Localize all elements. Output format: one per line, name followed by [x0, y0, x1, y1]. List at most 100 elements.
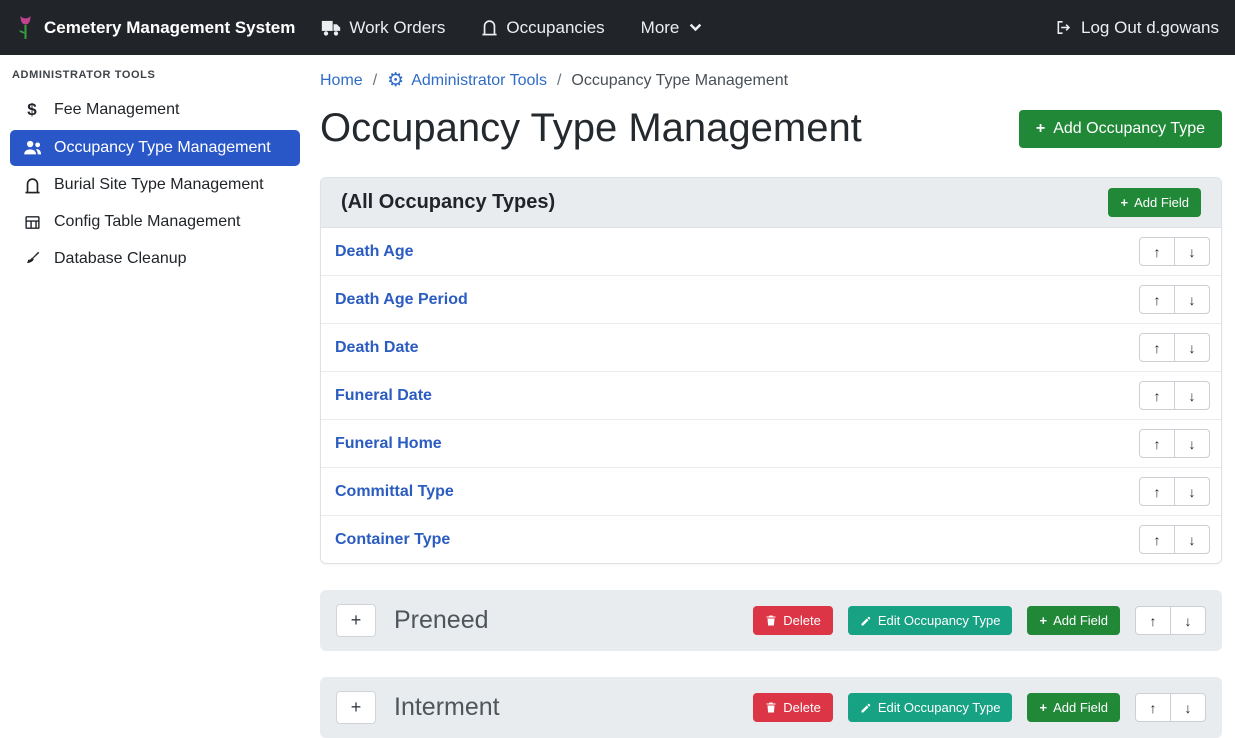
breadcrumb-home-link[interactable]: Home	[320, 72, 363, 90]
section-actions: Delete Edit Occupancy Type + Add Field ↑	[753, 606, 1206, 635]
delete-button[interactable]: Delete	[753, 693, 833, 722]
sidebar-item-occupancy-type-management[interactable]: Occupancy Type Management	[10, 130, 300, 166]
chevron-down-icon	[689, 23, 702, 32]
reorder-button-group: ↑ ↓	[1139, 237, 1210, 266]
move-up-button[interactable]: ↑	[1139, 429, 1175, 458]
move-down-button[interactable]: ↓	[1170, 693, 1206, 722]
sidebar-item-label: Database Cleanup	[54, 250, 187, 268]
sidebar-item-fee-management[interactable]: $ Fee Management	[10, 91, 300, 129]
add-field-button[interactable]: + Add Field	[1108, 188, 1201, 217]
nav-work-orders[interactable]: Work Orders	[321, 18, 445, 38]
section-title: Interment	[394, 693, 500, 722]
dollar-icon: $	[20, 100, 44, 120]
sidebar-item-burial-site-type-management[interactable]: Burial Site Type Management	[10, 167, 300, 203]
logout-label: Log Out d.gowans	[1081, 18, 1219, 38]
move-up-button[interactable]: ↑	[1139, 525, 1175, 554]
move-up-button[interactable]: ↑	[1139, 285, 1175, 314]
field-row: Death Age ↑ ↓	[321, 228, 1221, 276]
field-row: Container Type ↑ ↓	[321, 516, 1221, 563]
nav-occupancies-label: Occupancies	[506, 18, 604, 38]
nav-more-label: More	[641, 18, 680, 38]
logout-link[interactable]: Log Out d.gowans	[1055, 18, 1219, 38]
breadcrumb: Home / ⚙ Administrator Tools / Occupancy…	[320, 71, 1222, 90]
plus-icon: +	[351, 610, 362, 631]
move-down-button[interactable]: ↓	[1174, 237, 1210, 266]
reorder-button-group: ↑ ↓	[1139, 381, 1210, 410]
down-arrow-icon: ↓	[1189, 533, 1196, 547]
up-arrow-icon: ↑	[1150, 701, 1157, 715]
add-field-button[interactable]: + Add Field	[1027, 693, 1120, 722]
expand-button[interactable]: +	[336, 604, 376, 637]
up-arrow-icon: ↑	[1154, 245, 1161, 259]
trash-icon	[765, 614, 777, 627]
gear-icon: ⚙	[387, 71, 404, 90]
move-down-button[interactable]: ↓	[1174, 285, 1210, 314]
move-down-button[interactable]: ↓	[1174, 477, 1210, 506]
flower-logo-icon	[16, 15, 35, 41]
plus-icon: +	[1036, 120, 1045, 138]
field-row: Funeral Home ↑ ↓	[321, 420, 1221, 468]
main-content: Home / ⚙ Administrator Tools / Occupancy…	[320, 55, 1222, 738]
nav-more[interactable]: More	[641, 18, 703, 38]
move-up-button[interactable]: ↑	[1139, 381, 1175, 410]
reorder-button-group: ↑ ↓	[1135, 693, 1206, 722]
sidebar-heading: ADMINISTRATOR TOOLS	[10, 63, 300, 91]
move-up-button[interactable]: ↑	[1139, 477, 1175, 506]
move-down-button[interactable]: ↓	[1174, 381, 1210, 410]
tombstone-icon	[481, 19, 498, 36]
expand-button[interactable]: +	[336, 691, 376, 724]
field-link[interactable]: Death Age Period	[335, 291, 468, 309]
broom-icon	[20, 250, 44, 268]
move-up-button[interactable]: ↑	[1135, 693, 1171, 722]
field-list: Death Age ↑ ↓ Death Age Period ↑	[321, 228, 1221, 563]
field-link[interactable]: Committal Type	[335, 483, 454, 501]
move-down-button[interactable]: ↓	[1174, 429, 1210, 458]
app-title: Cemetery Management System	[44, 18, 295, 38]
nav-occupancies[interactable]: Occupancies	[481, 18, 604, 38]
pencil-icon	[860, 615, 872, 627]
field-row: Death Date ↑ ↓	[321, 324, 1221, 372]
move-down-button[interactable]: ↓	[1174, 525, 1210, 554]
breadcrumb-separator: /	[557, 72, 561, 90]
edit-occupancy-type-button[interactable]: Edit Occupancy Type	[848, 606, 1013, 635]
sidebar-item-label: Burial Site Type Management	[54, 176, 264, 194]
down-arrow-icon: ↓	[1185, 614, 1192, 628]
plus-icon: +	[1039, 700, 1047, 715]
sidebar-item-database-cleanup[interactable]: Database Cleanup	[10, 241, 300, 277]
up-arrow-icon: ↑	[1154, 293, 1161, 307]
up-arrow-icon: ↑	[1154, 389, 1161, 403]
field-link[interactable]: Container Type	[335, 531, 450, 549]
app-brand[interactable]: Cemetery Management System	[16, 15, 295, 41]
field-link[interactable]: Death Date	[335, 339, 419, 357]
edit-occupancy-type-button[interactable]: Edit Occupancy Type	[848, 693, 1013, 722]
reorder-button-group: ↑ ↓	[1139, 333, 1210, 362]
up-arrow-icon: ↑	[1154, 485, 1161, 499]
add-occupancy-type-button[interactable]: + Add Occupancy Type	[1019, 110, 1222, 148]
plus-icon: +	[1039, 613, 1047, 628]
up-arrow-icon: ↑	[1154, 341, 1161, 355]
reorder-button-group: ↑ ↓	[1135, 606, 1206, 635]
down-arrow-icon: ↓	[1189, 293, 1196, 307]
down-arrow-icon: ↓	[1189, 341, 1196, 355]
all-occupancy-types-card: (All Occupancy Types) + Add Field Death …	[320, 177, 1222, 564]
reorder-button-group: ↑ ↓	[1139, 477, 1210, 506]
field-link[interactable]: Death Age	[335, 243, 414, 261]
move-down-button[interactable]: ↓	[1174, 333, 1210, 362]
section-title: Preneed	[394, 606, 489, 635]
section-actions: Delete Edit Occupancy Type + Add Field ↑	[753, 693, 1206, 722]
move-down-button[interactable]: ↓	[1170, 606, 1206, 635]
plus-icon: +	[1120, 195, 1128, 210]
move-up-button[interactable]: ↑	[1139, 237, 1175, 266]
move-up-button[interactable]: ↑	[1139, 333, 1175, 362]
up-arrow-icon: ↑	[1154, 533, 1161, 547]
delete-button[interactable]: Delete	[753, 606, 833, 635]
field-link[interactable]: Funeral Home	[335, 435, 442, 453]
sidebar-item-config-table-management[interactable]: Config Table Management	[10, 204, 300, 240]
reorder-button-group: ↑ ↓	[1139, 429, 1210, 458]
add-field-button[interactable]: + Add Field	[1027, 606, 1120, 635]
breadcrumb-admin-tools-link[interactable]: ⚙ Administrator Tools	[387, 71, 547, 90]
field-link[interactable]: Funeral Date	[335, 387, 432, 405]
down-arrow-icon: ↓	[1189, 245, 1196, 259]
move-up-button[interactable]: ↑	[1135, 606, 1171, 635]
breadcrumb-current: Occupancy Type Management	[571, 72, 788, 90]
